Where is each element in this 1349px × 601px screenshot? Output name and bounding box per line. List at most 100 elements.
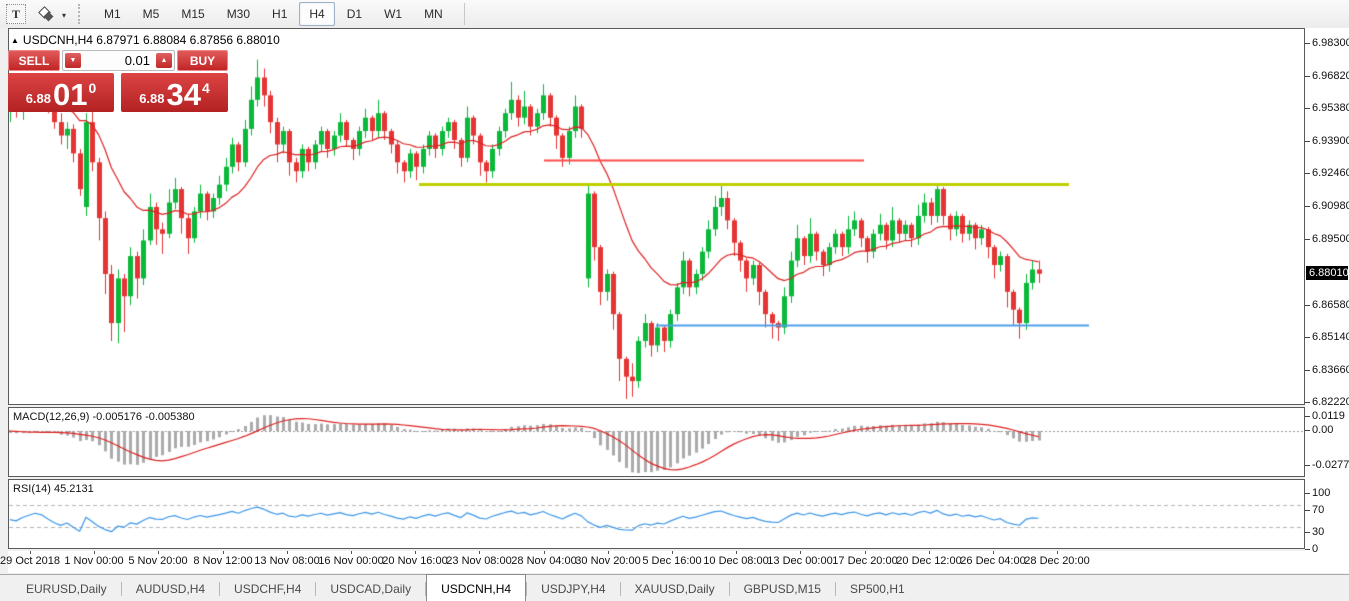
price-tick-label: 6.96820 <box>1312 70 1349 82</box>
rsi-pane[interactable]: RSI(14) 45.2131 <box>8 479 1305 549</box>
price-tick-mark <box>1305 402 1310 403</box>
rsi-tick-mark <box>1305 549 1310 550</box>
time-tick-label: 20 Dec 12:00 <box>896 555 961 567</box>
chart-title: ▲USDCNH,H4 6.87971 6.88084 6.87856 6.880… <box>11 33 280 47</box>
timeframe-button-m30[interactable]: M30 <box>217 2 260 26</box>
tab-usdjpy-h4[interactable]: USDJPY,H4 <box>527 575 619 601</box>
macd-tick-label: -0.027754 <box>1312 459 1349 471</box>
volume-decrease-button[interactable]: ▼ <box>65 53 81 68</box>
time-tick-mark <box>415 551 416 554</box>
time-tick-mark <box>544 551 545 554</box>
price-tick-mark <box>1305 76 1310 77</box>
time-tick-label: 26 Dec 04:00 <box>960 555 1025 567</box>
price-tick-mark <box>1305 141 1310 142</box>
tab-gbpusd-m15[interactable]: GBPUSD,M15 <box>730 575 835 601</box>
time-tick-mark <box>865 551 866 554</box>
timeframe-button-m5[interactable]: M5 <box>133 2 170 26</box>
time-tick-mark <box>672 551 673 554</box>
volume-increase-button[interactable]: ▲ <box>156 53 172 68</box>
macd-tick-mark <box>1305 430 1310 431</box>
tab-eurusd-daily[interactable]: EURUSD,Daily <box>12 575 121 601</box>
price-tick-label: 6.93900 <box>1312 135 1349 147</box>
tab-sp500-h1[interactable]: SP500,H1 <box>836 575 919 601</box>
time-axis[interactable]: 29 Oct 20181 Nov 00:005 Nov 20:008 Nov 1… <box>8 551 1305 573</box>
time-tick-label: 5 Dec 16:00 <box>642 555 701 567</box>
price-tick-label: 6.85140 <box>1312 331 1349 343</box>
time-tick-label: 1 Nov 00:00 <box>64 555 123 567</box>
rsi-tick-label: 0 <box>1312 543 1318 555</box>
buy-quote[interactable]: 6.88 34 4 <box>121 73 228 112</box>
timeframe-button-h1[interactable]: H1 <box>262 2 297 26</box>
price-tick-label: 6.92460 <box>1312 167 1349 179</box>
buy-price-big: 34 <box>167 79 201 110</box>
tab-audusd-h4[interactable]: AUDUSD,H4 <box>122 575 219 601</box>
tab-usdcad-daily[interactable]: USDCAD,Daily <box>316 575 425 601</box>
sell-price-sup: 0 <box>89 80 97 96</box>
chart-title-text: USDCNH,H4 6.87971 6.88084 6.87856 6.8801… <box>23 33 280 47</box>
mt4-window: T ▾ M1M5M15M30H1H4D1W1MN ▲USDCNH,H4 6.87… <box>0 0 1349 601</box>
price-tick-mark <box>1305 239 1310 240</box>
price-tick-mark <box>1305 173 1310 174</box>
timeframe-button-d1[interactable]: D1 <box>337 2 372 26</box>
time-tick-label: 16 Nov 00:00 <box>318 555 383 567</box>
macd-canvas[interactable] <box>9 408 1304 476</box>
price-tick-label: 6.82220 <box>1312 396 1349 408</box>
rsi-tick-mark <box>1305 532 1310 533</box>
volume-stepper: ▼ ▲ <box>62 50 175 71</box>
buy-button[interactable]: BUY <box>177 50 228 71</box>
text-tool-icon[interactable]: T <box>6 4 26 24</box>
buy-price-sup: 4 <box>202 80 210 96</box>
timeframe-button-m15[interactable]: M15 <box>171 2 214 26</box>
macd-tick-mark <box>1305 416 1310 417</box>
price-tick-mark <box>1305 370 1310 371</box>
time-tick-label: 17 Dec 20:00 <box>832 555 897 567</box>
price-tick-label: 6.83660 <box>1312 364 1349 376</box>
time-tick-label: 28 Nov 04:00 <box>511 555 576 567</box>
time-tick-mark <box>479 551 480 554</box>
rsi-canvas[interactable] <box>9 480 1304 548</box>
rsi-tick-mark <box>1305 493 1310 494</box>
chart-tabbar: EURUSD,DailyAUDUSD,H4USDCHF,H4USDCAD,Dai… <box>0 574 1349 601</box>
current-price-box: 6.88010 <box>1306 266 1348 280</box>
time-tick-mark <box>158 551 159 554</box>
sell-quote[interactable]: 6.88 01 0 <box>8 73 114 112</box>
time-tick-mark <box>1057 551 1058 554</box>
time-tick-label: 29 Oct 2018 <box>0 555 60 567</box>
price-tick-mark <box>1305 108 1310 109</box>
time-tick-mark <box>287 551 288 554</box>
macd-label: MACD(12,26,9) -0.005176 -0.005380 <box>13 411 195 423</box>
tab-usdchf-h4[interactable]: USDCHF,H4 <box>220 575 315 601</box>
tab-xauusd-daily[interactable]: XAUUSD,Daily <box>621 575 729 601</box>
time-tick-label: 5 Nov 20:00 <box>128 555 187 567</box>
timeframe-button-m1[interactable]: M1 <box>94 2 131 26</box>
timeframe-button-mn[interactable]: MN <box>414 2 453 26</box>
macd-pane[interactable]: MACD(12,26,9) -0.005176 -0.005380 <box>8 407 1305 477</box>
time-tick-mark <box>351 551 352 554</box>
time-tick-label: 28 Dec 20:00 <box>1024 555 1089 567</box>
diamond-filled-icon <box>44 12 54 22</box>
price-tick-label: 6.95380 <box>1312 102 1349 114</box>
time-tick-label: 23 Nov 08:00 <box>446 555 511 567</box>
time-tick-mark <box>223 551 224 554</box>
buy-price-prefix: 6.88 <box>139 91 164 106</box>
objects-tool-icon[interactable]: ▾ <box>36 5 66 23</box>
macd-tick-label: 0.0119 <box>1312 410 1345 422</box>
price-axis[interactable]: 6.983006.968206.953806.939006.924606.909… <box>1305 28 1349 573</box>
rsi-label: RSI(14) 45.2131 <box>13 483 94 495</box>
rsi-tick-label: 30 <box>1312 526 1324 538</box>
volume-input[interactable] <box>83 52 154 69</box>
timeframe-button-h4[interactable]: H4 <box>299 2 334 26</box>
time-tick-mark <box>736 551 737 554</box>
timeframe-buttons: M1M5M15M30H1H4D1W1MN <box>93 2 454 26</box>
time-tick-label: 20 Nov 16:00 <box>382 555 447 567</box>
macd-tick-mark <box>1305 465 1310 466</box>
price-tick-label: 6.86580 <box>1312 299 1349 311</box>
time-tick-label: 30 Nov 20:00 <box>575 555 640 567</box>
tab-usdcnh-h4[interactable]: USDCNH,H4 <box>426 574 526 601</box>
one-click-trade-panel: SELL ▼ ▲ BUY 6.88 01 0 6.88 34 4 <box>8 50 228 112</box>
sell-price-big: 01 <box>53 79 87 110</box>
toolbar-grip[interactable] <box>78 4 85 24</box>
timeframe-button-w1[interactable]: W1 <box>374 2 412 26</box>
left-gutter <box>0 28 8 573</box>
sell-button[interactable]: SELL <box>8 50 60 71</box>
